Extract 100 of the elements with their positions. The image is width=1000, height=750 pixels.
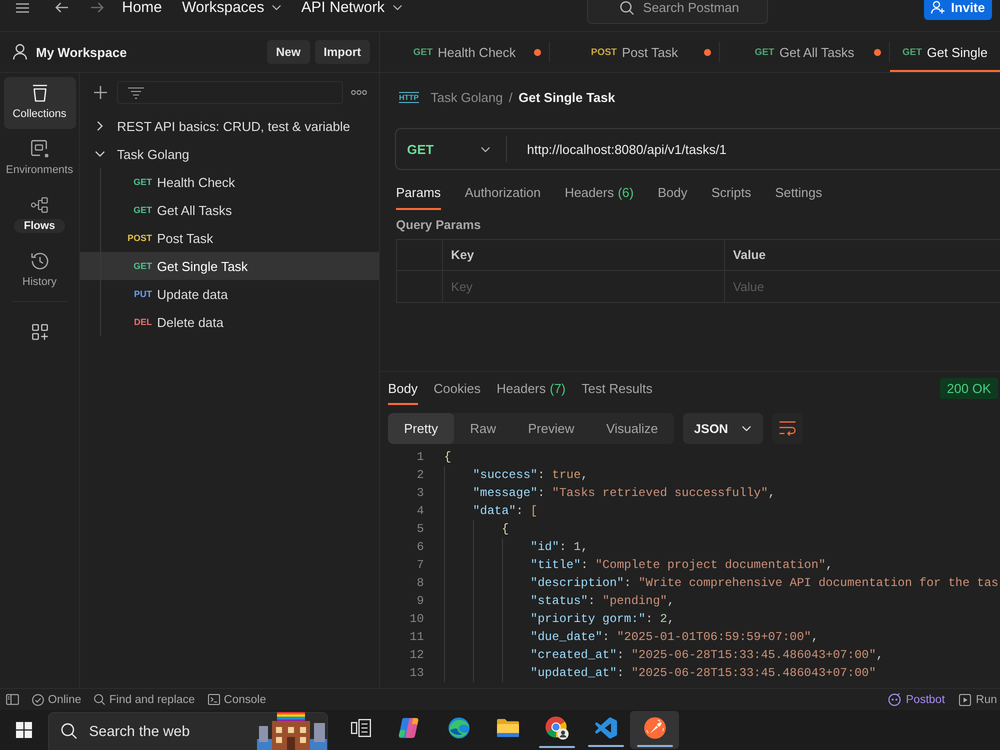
request-item[interactable]: GET Get All Tasks: [80, 196, 379, 224]
sidebar-nav-item[interactable]: Collections: [4, 77, 76, 129]
wrap-lines-button[interactable]: [772, 413, 804, 444]
sidebar-nav-item[interactable]: History: [4, 245, 76, 297]
view-mode-button[interactable]: Visualize: [590, 413, 674, 444]
collection-item[interactable]: REST API basics: CRUD, test & variable: [80, 112, 379, 140]
column-header: Value: [733, 248, 766, 262]
line-number: 5: [416, 522, 424, 536]
line-number: 4: [416, 504, 424, 518]
method-label: DEL: [134, 317, 152, 327]
request-tab[interactable]: GET Get Single: [890, 32, 1000, 72]
task-view-icon[interactable]: [350, 718, 370, 736]
request-option-tab[interactable]: Params: [396, 180, 441, 210]
code-line: "success": true,: [472, 468, 588, 482]
request-option-tab[interactable]: Settings: [775, 180, 822, 210]
code-line: {: [444, 450, 452, 464]
back-arrow-icon[interactable]: [55, 2, 68, 13]
view-mode-button[interactable]: Preview: [512, 413, 590, 444]
request-option-tab[interactable]: Authorization: [464, 180, 541, 210]
status-bar-button[interactable]: Run: [958, 694, 997, 706]
line-number: 12: [410, 648, 424, 662]
code-line: "priority gorm:": 2,: [530, 612, 674, 626]
person-icon: [13, 44, 27, 60]
code-line: "updated_at": "2025-06-28T15:33:45.486043+07:00": [530, 666, 876, 680]
view-mode-button[interactable]: Raw: [454, 413, 512, 444]
request-option-tab[interactable]: Scripts: [711, 180, 752, 210]
collection-item[interactable]: Task Golang: [80, 140, 379, 168]
sidebar-nav-item[interactable]: Environments: [4, 133, 76, 185]
request-item[interactable]: POST Post Task: [80, 224, 379, 252]
code-line: "data": [: [472, 504, 538, 518]
line-number: 7: [416, 558, 424, 572]
search-highlight-drawing: [257, 712, 327, 750]
invite-button[interactable]: Invite: [924, 0, 992, 20]
column-header: Key: [451, 248, 474, 262]
nav-menu-button[interactable]: API Network: [301, 0, 402, 16]
line-number: 10: [410, 612, 424, 626]
more-icon[interactable]: [351, 90, 367, 95]
workspace-action-button[interactable]: New: [266, 40, 310, 64]
view-mode-button[interactable]: Pretty: [388, 413, 454, 444]
chevron-right-icon[interactable]: [97, 121, 103, 131]
filter-field[interactable]: [117, 81, 343, 104]
edge-browser-icon: [448, 716, 470, 738]
caret-icon: [481, 146, 490, 152]
code-editor-icon: [594, 716, 616, 738]
nav-menu-button[interactable]: Home: [122, 0, 162, 16]
add-person-icon: [931, 1, 946, 14]
status-bar-button[interactable]: Postbot: [888, 693, 945, 706]
line-number: 2: [416, 468, 424, 482]
line-number: 9: [416, 594, 424, 608]
request-item[interactable]: GET Health Check: [80, 168, 379, 196]
response-tab[interactable]: Test Results: [582, 372, 652, 405]
method-label: GET: [133, 177, 152, 187]
status-code-label: 200 OK: [940, 378, 998, 399]
grid-plus-icon[interactable]: [32, 324, 48, 340]
breadcrumb-separator: /: [508, 90, 512, 104]
request-item[interactable]: GET Get Single Task: [80, 252, 379, 280]
request-item[interactable]: DEL Delete data: [80, 308, 379, 336]
workspace-action-button[interactable]: Import: [314, 40, 370, 64]
taskbar-app-button[interactable]: [630, 711, 679, 749]
line-number: 13: [410, 666, 424, 680]
response-tab[interactable]: Body: [388, 372, 418, 405]
request-option-tab[interactable]: Body: [658, 180, 688, 210]
code-line: {: [502, 522, 509, 536]
param-value-field[interactable]: Value: [725, 271, 1000, 302]
code-line: "title": "Complete project documentation",: [530, 558, 833, 572]
status-bar-button[interactable]: Online: [32, 694, 82, 706]
request-title: Get Single Task: [518, 90, 616, 104]
start-menu-icon[interactable]: [16, 722, 32, 738]
request-tab[interactable]: POST Post Task: [550, 32, 719, 72]
search-icon: [61, 723, 77, 739]
chevron-down-icon[interactable]: [95, 151, 105, 157]
method-label: GET: [133, 261, 152, 271]
breadcrumb-link[interactable]: Task Golang: [430, 90, 503, 104]
sidebar-nav-item[interactable]: Flows: [4, 189, 76, 241]
search-field[interactable]: Search Postman: [587, 0, 768, 24]
workspace-title: My Workspace: [36, 44, 127, 60]
request-tab[interactable]: GET Get All Tasks: [720, 32, 889, 72]
plus-icon[interactable]: [94, 86, 107, 99]
sidebar-toggle-icon[interactable]: [6, 694, 19, 705]
status-bar-button[interactable]: Console: [208, 694, 266, 706]
code-line: "due_date": "2025-01-01T06:59:59+07:00",: [530, 630, 818, 644]
framed-box-icon: [30, 140, 48, 158]
filter-icon: [128, 86, 144, 98]
method-label: GET: [754, 46, 774, 58]
request-tab[interactable]: GET Health Check: [380, 32, 549, 72]
request-item[interactable]: PUT Update data: [80, 280, 379, 308]
method-label: GET: [902, 46, 922, 58]
request-option-tab[interactable]: Headers (6): [564, 180, 634, 210]
method-dropdown[interactable]: GET: [396, 129, 506, 169]
param-key-field[interactable]: Key: [443, 271, 724, 302]
forward-arrow-icon[interactable]: [91, 2, 104, 13]
url-field[interactable]: http://localhost:8080/api/v1/tasks/1: [507, 129, 1000, 169]
response-tab[interactable]: Headers (7): [496, 372, 566, 405]
nodes-icon: [31, 197, 48, 213]
line-number: 8: [416, 576, 424, 590]
menu-icon[interactable]: [16, 2, 29, 12]
format-dropdown[interactable]: JSON: [683, 413, 764, 444]
response-tab[interactable]: Cookies: [434, 372, 481, 405]
status-bar-button[interactable]: Find and replace: [94, 694, 195, 706]
nav-menu-button[interactable]: Workspaces: [182, 0, 282, 16]
